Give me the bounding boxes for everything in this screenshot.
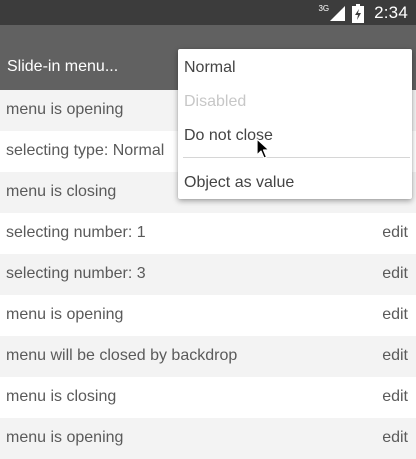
edit-button[interactable]: edit — [382, 306, 408, 324]
list-item[interactable]: menu is opening edit — [0, 295, 416, 336]
list-item[interactable]: selecting number: 1 edit — [0, 213, 416, 254]
menu-divider — [183, 157, 410, 158]
list-item-label: selecting number: 1 — [6, 224, 146, 241]
list-item-label: menu will be closed by backdrop — [6, 347, 238, 364]
edit-button[interactable]: edit — [382, 429, 408, 447]
menu-item-object-as-value[interactable]: Object as value — [184, 174, 294, 192]
list-item-label: selecting type: Normal — [6, 142, 165, 159]
clock: 2:34 — [374, 3, 408, 22]
app-title[interactable]: Slide-in menu... — [7, 58, 118, 76]
list-item-label: menu is closing — [6, 388, 117, 405]
list-item[interactable]: selecting number: 3 edit — [0, 254, 416, 295]
signal-icon — [330, 5, 346, 21]
popup-menu: Normal Disabled Do not close Object as v… — [178, 49, 412, 199]
list-item-label: menu is opening — [6, 429, 124, 446]
list-item-label: menu is opening — [6, 306, 124, 323]
list-item[interactable]: menu will be closed by backdrop edit — [0, 336, 416, 377]
status-bar: 3G 2:34 — [0, 0, 416, 25]
menu-item-disabled: Disabled — [184, 93, 247, 110]
edit-button[interactable]: edit — [382, 265, 408, 283]
list-item-label: menu is opening — [6, 101, 124, 118]
network-type-label: 3G — [318, 3, 330, 13]
list-item-label: menu is closing — [6, 183, 117, 200]
battery-icon — [352, 3, 365, 23]
mouse-cursor-icon — [256, 138, 270, 159]
edit-button[interactable]: edit — [382, 224, 408, 242]
list-item[interactable]: menu is opening edit — [0, 418, 416, 459]
edit-button[interactable]: edit — [382, 388, 408, 406]
list-item[interactable]: menu is closing edit — [0, 377, 416, 418]
status-icons: 3G 2:34 — [318, 3, 408, 23]
list-item-label: selecting number: 3 — [6, 265, 146, 282]
edit-button[interactable]: edit — [382, 347, 408, 365]
menu-item-normal[interactable]: Normal — [184, 59, 236, 77]
